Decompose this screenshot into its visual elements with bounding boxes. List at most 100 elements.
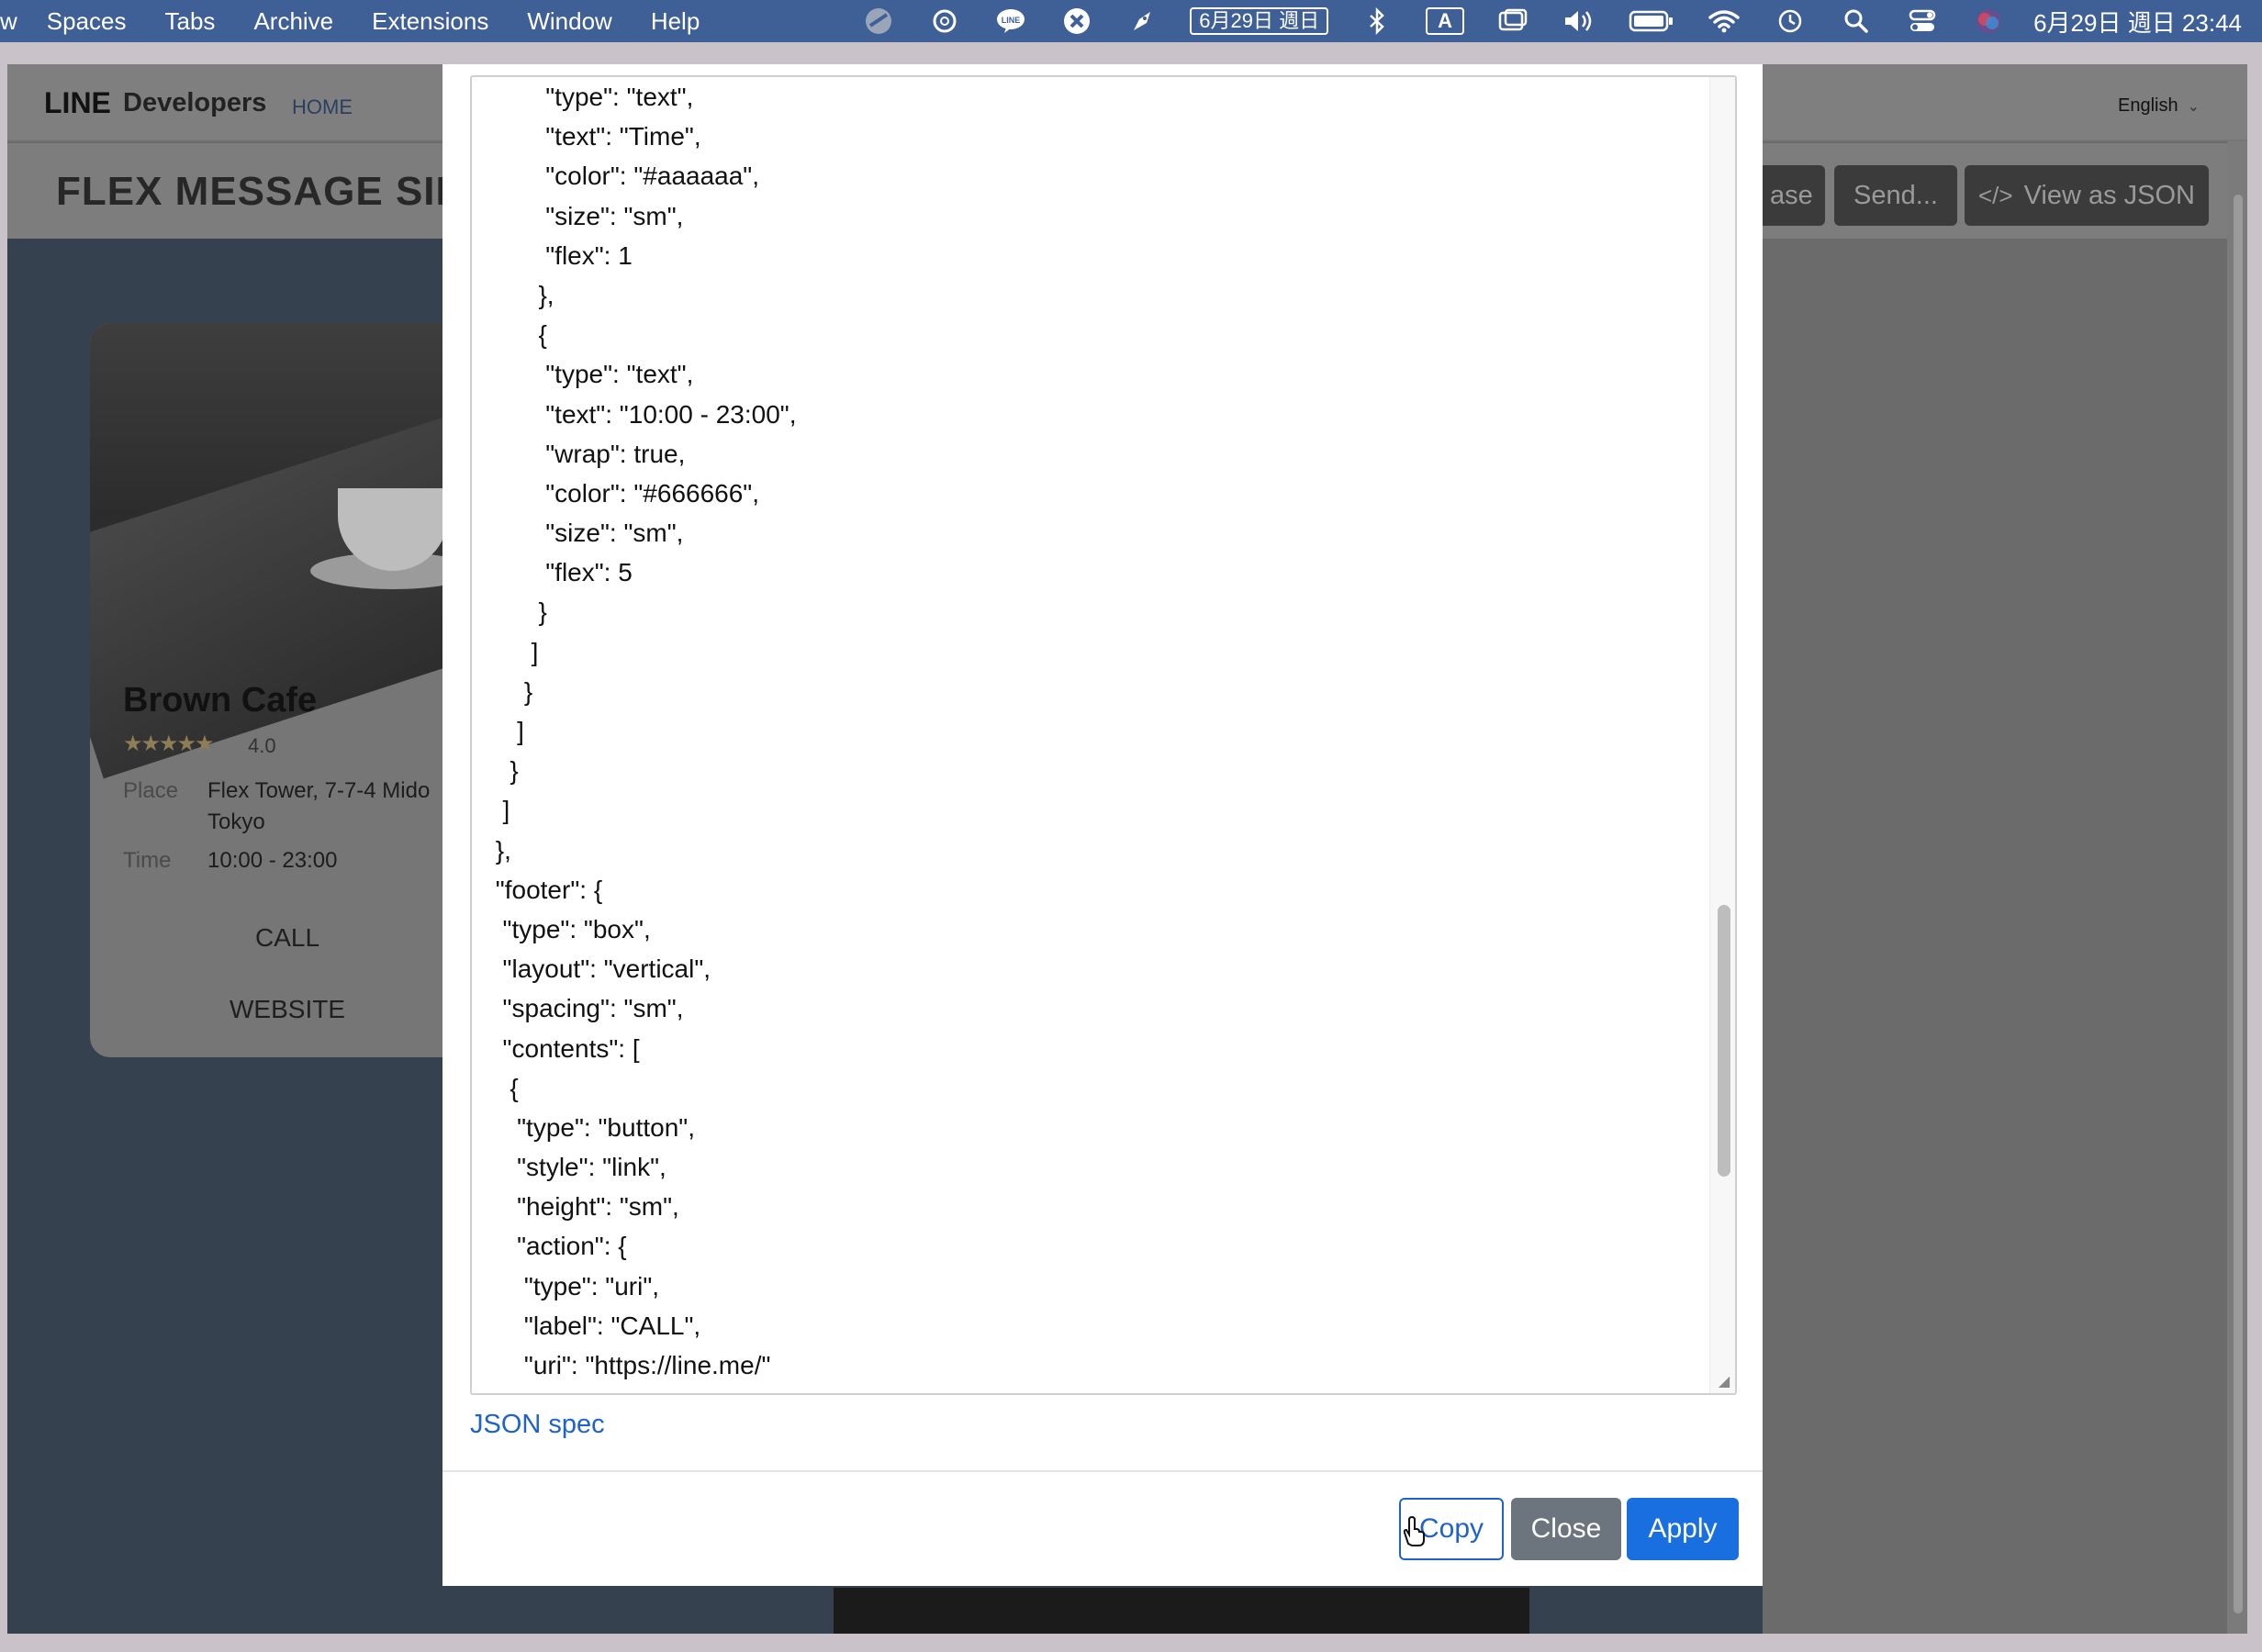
volume-icon[interactable] [1562, 6, 1596, 36]
status-area: LINE 6月29日 週日 A 6月29日 週日 23:44 [830, 0, 2262, 42]
x-app-icon[interactable] [1059, 6, 1094, 36]
search-icon[interactable] [1839, 6, 1874, 36]
svg-text:LINE: LINE [1002, 16, 1021, 25]
json-code-line: "type": "text", [488, 83, 694, 111]
siri-icon[interactable] [1971, 6, 2006, 36]
view-as-json-label: View as JSON [2023, 180, 2195, 210]
json-code-line: "uri": "https://line.me/" [488, 1351, 771, 1379]
textarea-scrollbar-thumb[interactable] [1718, 905, 1730, 1177]
time-machine-icon[interactable] [1773, 6, 1808, 36]
json-code-line: ] [488, 796, 510, 825]
bluetooth-icon[interactable] [1360, 6, 1394, 36]
display-icon[interactable] [1495, 6, 1530, 36]
hero-image [90, 323, 476, 779]
app-menu-partial[interactable]: w [0, 7, 17, 36]
json-code-line: } [488, 1385, 1691, 1393]
json-code-line: ] [488, 637, 539, 666]
json-code-line: { [488, 1073, 519, 1102]
chatgpt-icon[interactable] [927, 6, 962, 36]
language-select[interactable]: English ⌄ [2118, 95, 2200, 117]
json-code-line: } [488, 756, 519, 786]
menu-extensions[interactable]: Extensions [372, 7, 488, 36]
view-as-json-button[interactable]: </> View as JSON [1965, 165, 2209, 226]
menu-help[interactable]: Help [651, 7, 700, 36]
flex-message-card: Brown Cafe ★★★★★ 4.0 Place Flex Tower, 7… [90, 323, 476, 1057]
json-code-line: "flex": 5 [488, 558, 633, 587]
release-button[interactable]: ase [1752, 165, 1825, 226]
apply-button[interactable]: Apply [1627, 1498, 1739, 1560]
time-label: Time [123, 848, 172, 873]
json-code-line: }, [488, 280, 554, 309]
input-source-icon[interactable]: A [1426, 7, 1465, 35]
place-value-line2: Tokyo [207, 809, 265, 834]
hand-cursor-icon [1401, 1515, 1427, 1556]
json-code-line: "type": "text", [488, 360, 694, 389]
control-center-icon[interactable] [1905, 6, 1940, 36]
menu-window[interactable]: Window [527, 7, 611, 36]
chevron-down-icon: ⌄ [2187, 99, 2200, 115]
page-scrollbar-thumb[interactable] [2234, 195, 2243, 1613]
json-code-line: "color": "#aaaaaa", [488, 162, 760, 191]
card-title: Brown Cafe [123, 681, 318, 720]
json-code-content: "type": "text", "text": "Time", "color":… [488, 77, 1691, 1393]
call-button[interactable]: CALL [90, 923, 476, 953]
place-label: Place [123, 778, 179, 803]
star-rating-icon: ★★★★★ [123, 731, 215, 756]
json-code-line: "layout": "vertical", [488, 954, 711, 984]
menubar-clock[interactable]: 6月29日 週日 23:44 [2033, 5, 2242, 39]
json-code-line: "flex": 1 [488, 240, 633, 270]
json-textarea[interactable]: "type": "text", "text": "Time", "color":… [470, 75, 1737, 1395]
json-code-line: "height": "sm", [488, 1192, 679, 1222]
json-code-line: "type": "button", [488, 1112, 695, 1142]
json-code-line: "label": "CALL", [488, 1311, 701, 1340]
json-code-line: { [488, 320, 547, 350]
menu-list: w Spaces Tabs Archive Extensions Window … [0, 0, 738, 42]
json-code-line: }, [488, 835, 511, 865]
menu-bar: w Spaces Tabs Archive Extensions Window … [0, 0, 2262, 42]
menu-tabs[interactable]: Tabs [165, 7, 216, 36]
textarea-scrollbar[interactable] [1709, 77, 1735, 1393]
line-app-icon[interactable]: LINE [993, 6, 1028, 36]
time-value: 10:00 - 23:00 [207, 848, 338, 873]
logo-line[interactable]: LINE [44, 86, 111, 120]
menu-spaces[interactable]: Spaces [47, 7, 127, 36]
json-code-line: "size": "sm", [488, 519, 684, 548]
wifi-icon[interactable] [1707, 6, 1741, 36]
page-title: FLEX MESSAGE SIM [56, 169, 471, 214]
date-badge[interactable]: 6月29日 週日 [1190, 7, 1329, 35]
json-code-line: "spacing": "sm", [488, 994, 684, 1023]
json-code-line: "action": { [488, 1232, 627, 1261]
json-code-line: "wrap": true, [488, 439, 686, 468]
json-code-line: ] [488, 717, 524, 745]
json-code-line: "type": "uri", [488, 1271, 660, 1300]
json-code-line: "text": "10:00 - 23:00", [488, 399, 797, 429]
website-button[interactable]: WEBSITE [90, 995, 476, 1024]
send-button[interactable]: Send... [1834, 165, 1957, 226]
bottom-panel [834, 1588, 1529, 1634]
json-spec-link[interactable]: JSON spec [470, 1410, 605, 1440]
json-code-line: "size": "sm", [488, 201, 684, 230]
json-code-line: "footer": { [488, 875, 603, 904]
resize-handle-icon[interactable]: ◢ [1715, 1373, 1733, 1391]
editor-panel-background [1763, 239, 2247, 1634]
battery-icon[interactable] [1628, 6, 1675, 36]
place-value-line1: Flex Tower, 7-7-4 Mido [207, 778, 431, 803]
json-code-line: "contents": [ [488, 1033, 640, 1063]
json-code-line: } [488, 597, 547, 627]
json-code-line: "style": "link", [488, 1153, 666, 1182]
close-button[interactable]: Close [1511, 1498, 1621, 1560]
json-code-line: "color": "#666666", [488, 478, 760, 508]
json-code-line: } [488, 676, 533, 706]
rocket-icon[interactable] [1125, 6, 1160, 36]
code-icon: </> [1977, 181, 2013, 209]
modal-footer-divider [442, 1470, 1763, 1472]
json-modal: "type": "text", "text": "Time", "color":… [442, 64, 1763, 1586]
language-select-label: English [2117, 95, 2178, 116]
nav-home-link[interactable]: HOME [292, 95, 353, 119]
menu-archive[interactable]: Archive [253, 7, 333, 36]
json-code-line: "text": "Time", [488, 122, 701, 151]
json-code-line: "type": "box", [488, 914, 651, 943]
screen-share-icon[interactable] [861, 6, 896, 36]
logo-developers[interactable]: Developers [123, 88, 266, 118]
rating-value: 4.0 [248, 734, 276, 757]
